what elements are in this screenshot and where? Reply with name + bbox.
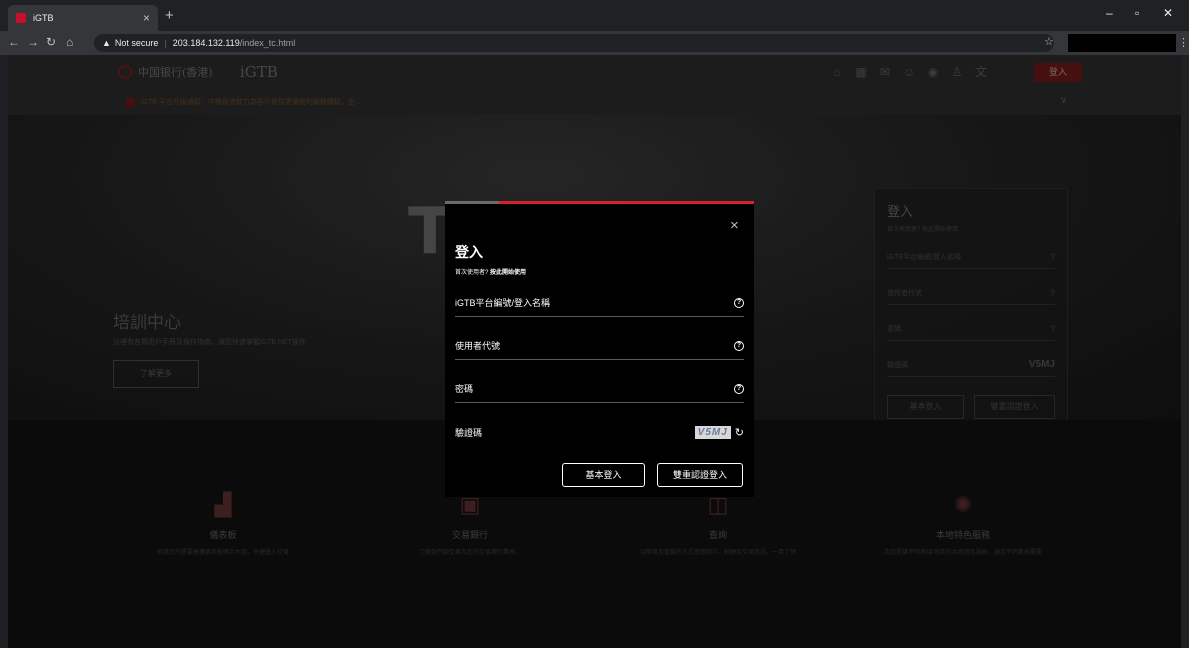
back-arrow-icon[interactable]: ←: [8, 35, 20, 49]
help-icon[interactable]: ?: [734, 297, 744, 308]
user-code-label: 使用者代號: [455, 341, 501, 351]
forward-arrow-icon[interactable]: →: [27, 35, 39, 49]
address-bar[interactable]: ▲ Not secure | 203.184.132.119 /index_tc…: [94, 34, 1054, 52]
platform-id-label: iGTB平台編號/登入名稱: [455, 298, 551, 308]
not-secure-label: Not secure: [114, 38, 159, 48]
platform-id-field[interactable]: iGTB平台編號/登入名稱 ?: [455, 289, 744, 317]
captcha-group: V5MJ ↻: [694, 425, 744, 439]
basic-login-button[interactable]: 基本登入: [562, 463, 645, 487]
modal-title: 登入: [455, 244, 483, 260]
dual-auth-login-button[interactable]: 雙重認證登入: [657, 463, 743, 487]
modal-progress-fill: [499, 201, 754, 204]
profile-area[interactable]: [1068, 34, 1176, 52]
password-label: 密碼: [455, 384, 474, 394]
modal-progress-bar: [445, 201, 754, 204]
new-tab-button[interactable]: +: [165, 7, 174, 24]
captcha-image: V5MJ: [694, 425, 731, 439]
modal-subtitle: 首次使用者? 按此開始使用: [455, 267, 526, 276]
user-code-field[interactable]: 使用者代號 ?: [455, 332, 744, 360]
close-window-button[interactable]: ✕: [1163, 6, 1173, 20]
bookmark-star-icon[interactable]: ☆: [1044, 35, 1054, 48]
first-time-link[interactable]: 按此開始使用: [490, 270, 526, 276]
url-path: /index_tc.html: [239, 38, 296, 48]
browser-menu-icon[interactable]: ⋮: [1178, 36, 1189, 49]
refresh-icon[interactable]: ↻: [735, 426, 744, 439]
captcha-label: 驗證碼: [455, 427, 483, 438]
maximize-button[interactable]: ▫: [1135, 6, 1139, 20]
reload-icon[interactable]: ↻: [46, 35, 56, 49]
captcha-field[interactable]: 驗證碼 V5MJ ↻: [455, 418, 744, 446]
url-host: 203.184.132.119: [172, 38, 240, 48]
close-icon[interactable]: ×: [730, 218, 739, 233]
favicon-icon: [16, 13, 26, 23]
password-field[interactable]: 密碼 ?: [455, 375, 744, 403]
url-separator: |: [164, 38, 167, 48]
browser-window: iGTB × + – ▫ ✕ ← → ↻ ⌂ ▲ Not secure | 20…: [0, 0, 1189, 648]
browser-tab[interactable]: iGTB ×: [8, 5, 158, 31]
help-icon[interactable]: ?: [734, 340, 744, 351]
tab-title: iGTB: [33, 13, 54, 23]
home-icon[interactable]: ⌂: [66, 35, 73, 49]
web-page: 中国银行(香港) iGTB ⌂ ▦ ✉ ☺ ◉ ♙ 文 登入 iGTB 平台升級…: [8, 55, 1181, 648]
help-icon[interactable]: ?: [734, 383, 744, 394]
minimize-button[interactable]: –: [1106, 6, 1113, 20]
warning-icon: ▲: [102, 38, 111, 48]
tab-close-icon[interactable]: ×: [143, 12, 150, 24]
tab-bar: iGTB × + – ▫ ✕: [0, 0, 1189, 31]
browser-toolbar: ← → ↻ ⌂ ▲ Not secure | 203.184.132.119 /…: [0, 31, 1189, 55]
login-modal: × 登入 首次使用者? 按此開始使用 iGTB平台編號/登入名稱 ? 使用者代號…: [445, 201, 754, 497]
first-time-label: 首次使用者?: [455, 270, 491, 276]
